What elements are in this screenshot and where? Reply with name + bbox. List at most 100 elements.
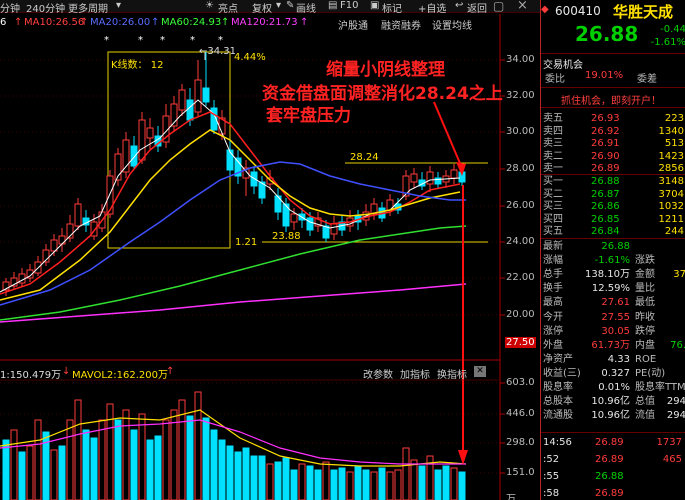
weibi-label: 委比 <box>545 74 565 85</box>
volume-bar <box>354 465 362 500</box>
volume-panel-header: 1:150.479万 ↓ MAVOL2:162.200万 ↑ 改参数 加指标 换… <box>0 366 500 381</box>
annotation-line-1: 缩量小阴线整理 <box>326 60 445 80</box>
stock-name: 华胜天成 <box>613 3 674 21</box>
volume-bar <box>34 419 42 500</box>
tab-trade-opportunity[interactable]: 交易机会 <box>543 56 583 71</box>
price-change-pct: -1.61% <box>650 37 685 48</box>
volume-bar <box>402 447 410 500</box>
order-volume: 1211 <box>658 213 684 225</box>
stat-value: 76. <box>670 339 685 351</box>
volume-bar <box>186 415 194 500</box>
candle-body <box>306 217 314 231</box>
volume-tick-label: 298.0 <box>506 437 535 448</box>
stat-label: 净资产 <box>543 353 573 365</box>
stat-value: 12.59% <box>591 283 630 295</box>
stat-label: 最高 <box>543 297 563 309</box>
price-tick-label: 26.00 <box>506 200 535 211</box>
stat-label: 内盘 <box>635 339 655 351</box>
kline-chart-area[interactable]: 分钟 240分钟 更多周期 ▾ ☀ 亮点 复权 ▾ ✎ 画线 ▤ F10 ▣ 标… <box>0 0 540 500</box>
tick-volume: 1737 <box>656 437 682 448</box>
candle-body <box>410 173 418 183</box>
candle-body <box>58 235 66 245</box>
order-level-label: 买二 <box>543 188 563 200</box>
tick-price: 26.89 <box>595 454 624 465</box>
stat-label: 流通股 <box>543 410 573 422</box>
stat-value: 138.10万 <box>585 269 630 281</box>
order-book-buy-row[interactable]: 买四 26.85 1211 <box>541 213 685 226</box>
order-price: 26.93 <box>591 113 620 124</box>
candle-body <box>202 87 210 103</box>
panel-close-icon[interactable]: ✕ <box>474 366 486 377</box>
candle-body <box>330 223 338 235</box>
add-indicator-button[interactable]: 加指标 <box>400 366 430 381</box>
order-price: 26.92 <box>591 125 620 137</box>
stat-value: 37 <box>673 269 685 281</box>
stat-label: 最低 <box>635 297 655 309</box>
divider <box>541 174 685 175</box>
stat-label: 外盘 <box>543 339 563 351</box>
volume-bar <box>442 465 450 500</box>
tick-volume: 465 <box>662 454 682 465</box>
order-book-sell-row[interactable]: 卖四 26.92 1340 <box>541 125 685 138</box>
price-tick-label: 34.00 <box>506 54 535 65</box>
stat-value: 30.05 <box>601 325 630 337</box>
edit-params-button[interactable]: 改参数 <box>363 366 393 381</box>
volume-bar <box>58 445 66 500</box>
tick-time: :58 <box>543 488 560 499</box>
stats-row: 净资产 4.33 ROE <box>541 353 685 366</box>
order-book-sell-row[interactable]: 卖二 26.90 1423 <box>541 150 685 163</box>
volume-bar <box>170 409 178 500</box>
order-book-sell-row[interactable]: 卖三 26.91 513 <box>541 137 685 150</box>
volume-bar <box>226 445 234 500</box>
order-book-sell-row[interactable]: 卖五 26.93 223 <box>541 112 685 125</box>
volume-bar <box>138 413 146 500</box>
stat-label: 总股本 <box>543 396 573 408</box>
stat-label: 最新 <box>543 241 563 252</box>
candle-body <box>194 79 202 113</box>
tick-price: 26.88 <box>595 471 624 482</box>
promo-link[interactable]: 抓住机会，即刻开户！ <box>561 92 661 107</box>
stat-label: 金额 <box>635 269 655 281</box>
stat-label: 流值 <box>635 410 655 422</box>
order-book-buy-row[interactable]: 买五 26.84 244 <box>541 225 685 238</box>
stats-row: 收益(三) 0.327 PE(动) <box>541 367 685 380</box>
stat-value: 0.327 <box>601 367 630 379</box>
order-volume: 3148 <box>658 176 684 187</box>
order-book-buy-row[interactable]: 买三 26.86 1032 <box>541 200 685 213</box>
stat-label: 总手 <box>543 269 563 281</box>
order-book-buy-row[interactable]: 买一 26.88 3148 <box>541 175 685 188</box>
volume-bar <box>130 429 138 500</box>
tick-list: 14:56 26.89 1737:52 26.89 465:55 26.88:58 26.8… <box>541 436 685 500</box>
weibi-value: 19.01% <box>585 70 624 81</box>
order-book-buy-row[interactable]: 买二 26.87 3704 <box>541 188 685 201</box>
volume-bar <box>90 437 98 500</box>
volume-bar <box>330 469 338 500</box>
tick-row: :58 26.89 <box>541 487 685 500</box>
order-level-label: 买五 <box>543 226 563 238</box>
price-tick-label: 22.00 <box>506 272 535 283</box>
candle-body <box>186 99 194 121</box>
arrow-head-icon <box>458 450 468 465</box>
volume-bar <box>74 399 82 500</box>
candle-body <box>226 149 234 171</box>
stat-label: PE(动) <box>635 367 666 379</box>
stats-row: 总手 138.10万 金额 37 <box>541 268 685 281</box>
volume-bar <box>194 391 202 500</box>
tick-time: :52 <box>543 454 560 465</box>
weibi-row: 委比 19.01% 委差 <box>541 70 685 85</box>
switch-indicator-button[interactable]: 换指标 <box>437 366 467 381</box>
order-level-label: 买三 <box>543 201 563 213</box>
price-axis: 34.00 32.00 30.00 28.00 26.00 24.00 22.00 20.00 <box>500 0 540 360</box>
stat-value: 61.73万 <box>591 339 630 351</box>
stock-header: ◆ 600410 华胜天成 <box>541 0 685 22</box>
volume-tick-label: 151.0 <box>506 467 535 478</box>
volume-bar <box>202 417 210 500</box>
volume-bar <box>298 463 306 500</box>
volume-bar <box>146 439 154 500</box>
order-level-label: 卖三 <box>543 138 563 150</box>
volume-bar <box>242 447 250 500</box>
stat-label: 涨幅 <box>543 255 563 267</box>
candle-body <box>138 119 146 161</box>
price-change: -0.44 <box>660 24 685 35</box>
stats-row: 最新 26.88 <box>541 240 685 253</box>
